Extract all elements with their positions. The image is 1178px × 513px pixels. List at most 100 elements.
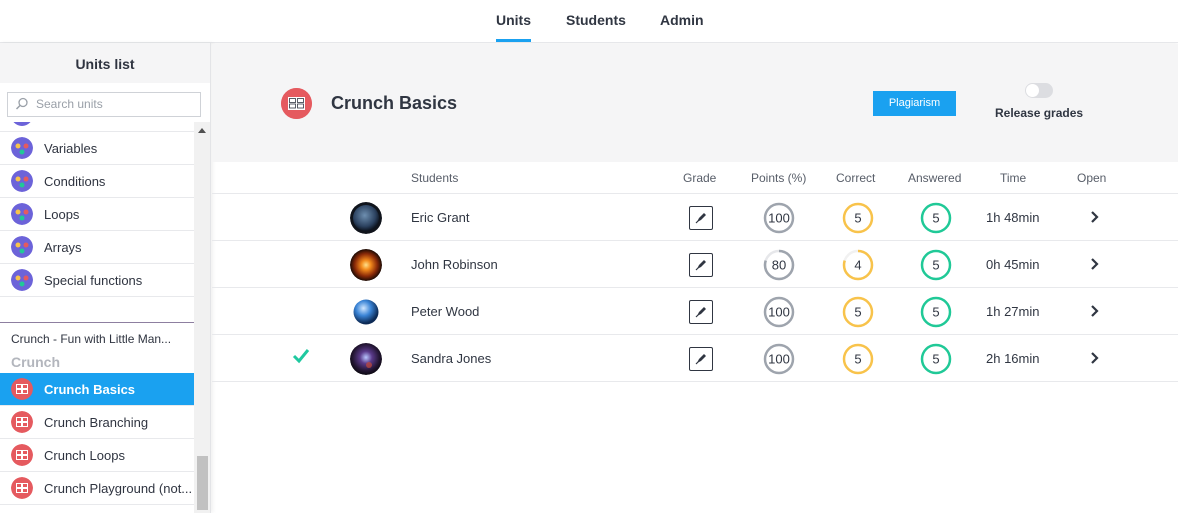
sidebar-item-label: Arrays [44, 240, 82, 255]
sidebar-item-label: Special functions [44, 273, 143, 288]
grade-button[interactable] [689, 347, 713, 371]
col-answered: Answered [908, 171, 962, 185]
answered-circle: 5 [920, 296, 952, 328]
crunch-unit-icon [11, 477, 33, 499]
avatar [350, 202, 382, 234]
units-list: Variables Conditions Loops Arrays Specia… [0, 122, 194, 513]
sidebar-item-label: Conditions [44, 174, 106, 189]
col-students: Students [411, 171, 459, 185]
arrays-icon [11, 236, 33, 258]
sidebar-item-label: Loops [44, 207, 80, 222]
conditions-icon [11, 170, 33, 192]
answered-circle: 5 [920, 343, 952, 375]
svg-text:5: 5 [932, 258, 939, 273]
sidebar-item-conditions[interactable]: Conditions [0, 165, 194, 198]
list-item[interactable] [0, 122, 194, 132]
student-name: Eric Grant [411, 210, 470, 225]
tab-units[interactable]: Units [496, 12, 531, 42]
grade-pen-icon [695, 354, 706, 365]
avatar [350, 296, 382, 328]
sidebar-scrollbar[interactable] [194, 122, 210, 513]
crunch-unit-icon [11, 378, 33, 400]
scrollbar-thumb[interactable] [197, 456, 208, 510]
grade-button[interactable] [689, 206, 713, 230]
grade-button[interactable] [689, 253, 713, 277]
svg-text:100: 100 [768, 352, 790, 367]
svg-text:5: 5 [854, 352, 861, 367]
loops-icon [11, 203, 33, 225]
chevron-right-icon[interactable] [1089, 208, 1101, 226]
svg-text:100: 100 [768, 305, 790, 320]
svg-text:5: 5 [854, 211, 861, 226]
svg-text:5: 5 [932, 305, 939, 320]
crunch-unit-icon [11, 444, 33, 466]
col-grade: Grade [683, 171, 717, 185]
toggle-knob [1026, 84, 1039, 97]
answered-circle: 5 [920, 249, 952, 281]
chevron-right-icon[interactable] [1089, 349, 1101, 367]
student-name: Sandra Jones [411, 351, 492, 366]
chevron-right-icon[interactable] [1089, 255, 1101, 273]
sidebar-item-label: Variables [44, 141, 98, 156]
correct-circle: 5 [842, 296, 874, 328]
grade-button[interactable] [689, 300, 713, 324]
grade-pen-icon [695, 213, 706, 224]
unit-icon [11, 122, 33, 126]
col-correct: Correct [836, 171, 876, 185]
avatar [350, 249, 382, 281]
sidebar-item-crunch-playground[interactable]: Crunch Playground (not... [0, 472, 194, 505]
table-row: John Robinson 80 4 5 0h 45min [212, 241, 1178, 288]
table-row: Eric Grant 100 5 5 1h 48min [212, 194, 1178, 241]
search-icon [15, 97, 28, 110]
units-list-title: Units list [0, 43, 210, 83]
col-time: Time [1000, 171, 1027, 185]
sidebar-item-label: Crunch Playground (not... [44, 481, 192, 496]
svg-text:5: 5 [854, 305, 861, 320]
correct-circle: 4 [842, 249, 874, 281]
time-value: 0h 45min [986, 257, 1040, 272]
sidebar-item-label: Crunch Branching [44, 415, 149, 430]
svg-text:100: 100 [768, 211, 790, 226]
release-grades-toggle[interactable] [1025, 83, 1053, 98]
time-value: 1h 27min [986, 304, 1040, 319]
variables-icon [11, 137, 33, 159]
table-row: Peter Wood 100 5 5 1h 27min [212, 288, 1178, 335]
student-name: John Robinson [411, 257, 498, 272]
tab-students[interactable]: Students [566, 12, 626, 28]
special-functions-icon [11, 269, 33, 291]
plagiarism-button[interactable]: Plagiarism [873, 91, 956, 116]
tab-admin[interactable]: Admin [660, 12, 704, 28]
top-nav: Units Students Admin [0, 0, 1178, 43]
grade-pen-icon [695, 307, 706, 318]
time-value: 2h 16min [986, 351, 1040, 366]
correct-circle: 5 [842, 202, 874, 234]
checkmark-icon [292, 349, 310, 364]
chevron-right-icon[interactable] [1089, 302, 1101, 320]
students-table-header: Students Grade Points (%) Correct Answer… [212, 162, 1178, 194]
student-name: Peter Wood [411, 304, 480, 319]
sidebar-item-label: Crunch Loops [44, 448, 125, 463]
sidebar-item-special-functions[interactable]: Special functions [0, 264, 194, 297]
sidebar-item-crunch-loops[interactable]: Crunch Loops [0, 439, 194, 472]
search-input[interactable]: Search units [7, 92, 201, 117]
sidebar-item-crunch-branching[interactable]: Crunch Branching [0, 406, 194, 439]
search-placeholder: Search units [36, 97, 103, 111]
scroll-up-arrow[interactable] [198, 128, 206, 133]
sidebar-item-arrays[interactable]: Arrays [0, 231, 194, 264]
sidebar-item-variables[interactable]: Variables [0, 132, 194, 165]
sidebar-item-label: Crunch Basics [44, 382, 136, 397]
avatar [350, 343, 382, 375]
course-divider [0, 322, 194, 323]
svg-text:80: 80 [772, 258, 786, 273]
correct-circle: 5 [842, 343, 874, 375]
points-circle: 80 [763, 249, 795, 281]
col-points: Points (%) [751, 171, 807, 185]
points-circle: 100 [763, 343, 795, 375]
table-row: Sandra Jones 100 5 5 2h 16min [212, 335, 1178, 382]
sidebar-item-loops[interactable]: Loops [0, 198, 194, 231]
release-grades-label: Release grades [995, 106, 1084, 120]
page-title: Crunch Basics [331, 93, 458, 113]
grade-pen-icon [695, 260, 706, 271]
sidebar-item-crunch-basics[interactable]: Crunch Basics [0, 373, 194, 406]
points-circle: 100 [763, 296, 795, 328]
